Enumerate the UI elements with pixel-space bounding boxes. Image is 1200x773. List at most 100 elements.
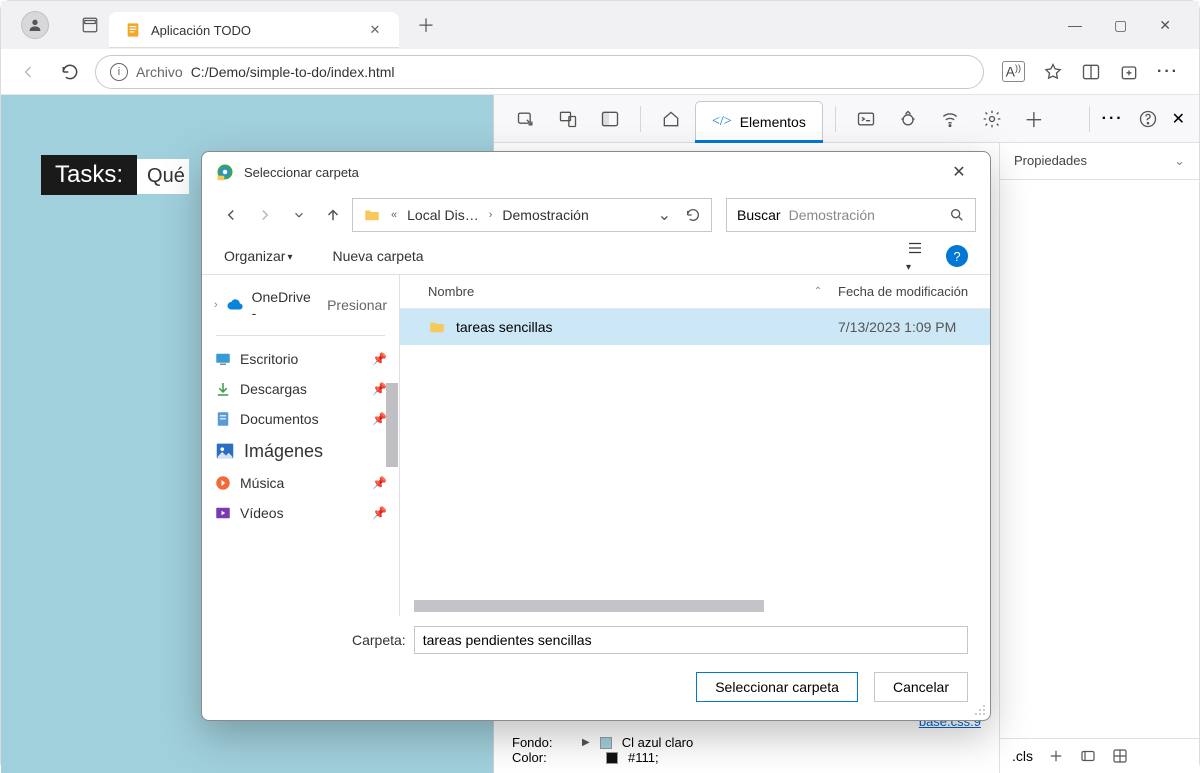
- address-bar[interactable]: i Archivo C:/Demo/simple-to-do/index.htm…: [95, 55, 984, 89]
- inspect-icon[interactable]: [508, 100, 544, 138]
- dialog-help-icon[interactable]: ?: [946, 245, 968, 267]
- sidebar-scrollbar[interactable]: [386, 383, 398, 467]
- pin-icon: 📌: [372, 382, 387, 396]
- breadcrumb-demo[interactable]: Demostración: [502, 207, 588, 223]
- dialog-app-icon: [216, 163, 234, 181]
- more-tabs-icon[interactable]: ＋: [1016, 100, 1052, 138]
- color-swatch-icon[interactable]: [606, 752, 618, 764]
- search-icon: [949, 207, 965, 223]
- url-scheme: Archivo: [136, 64, 183, 80]
- tab-favicon-icon: [125, 22, 141, 38]
- dock-icon[interactable]: [592, 100, 628, 138]
- nav-back-button[interactable]: [11, 55, 45, 89]
- new-folder-button[interactable]: Nueva carpeta: [333, 248, 424, 264]
- drive-icon: [363, 206, 381, 224]
- issues-icon[interactable]: [890, 100, 926, 138]
- split-screen-icon[interactable]: [1081, 62, 1101, 82]
- view-mode-icon[interactable]: ▾: [906, 239, 924, 273]
- devtools-more-icon[interactable]: ···: [1102, 110, 1124, 128]
- folder-name-input[interactable]: [414, 626, 968, 654]
- organize-menu[interactable]: Organizar▾: [224, 248, 293, 264]
- device-toggle-icon[interactable]: [550, 100, 586, 138]
- settings-icon[interactable]: [974, 100, 1010, 138]
- tab-elements-label: Elementos: [740, 114, 806, 130]
- dialog-search-input[interactable]: Buscar Demostración: [726, 198, 976, 232]
- list-header[interactable]: Nombre ⌃ Fecha de modificación: [400, 275, 990, 309]
- sort-indicator-icon: ⌃: [798, 286, 838, 297]
- dialog-recent-dropdown[interactable]: [284, 200, 314, 230]
- url-path: C:/Demo/simple-to-do/index.html: [191, 64, 395, 80]
- sidebar-item-videos[interactable]: Vídeos📌: [202, 498, 399, 528]
- browser-tab[interactable]: Aplicación TODO ✕: [109, 12, 399, 48]
- refresh-icon[interactable]: [685, 207, 701, 223]
- network-conditions-icon[interactable]: [932, 100, 968, 138]
- dialog-close-icon[interactable]: ✕: [942, 162, 976, 182]
- welcome-icon[interactable]: [653, 100, 689, 138]
- elements-tab-icon: </>: [712, 114, 732, 130]
- profile-avatar[interactable]: [21, 11, 49, 39]
- help-icon[interactable]: [1130, 100, 1166, 138]
- add-rule-icon[interactable]: [1047, 747, 1065, 765]
- tab-close-icon[interactable]: ✕: [367, 22, 383, 38]
- pin-icon: 📌: [372, 506, 387, 520]
- site-info-icon[interactable]: i: [110, 63, 128, 81]
- sidebar-item-desktop[interactable]: Escritorio📌: [202, 344, 399, 374]
- computed-icon[interactable]: [1111, 747, 1129, 765]
- breadcrumb[interactable]: « Local Dis… › Demostración ⌄: [352, 198, 712, 232]
- collections-icon[interactable]: [1119, 62, 1139, 82]
- chevron-right-icon: ›: [489, 209, 493, 221]
- col-date[interactable]: Fecha de modificación: [838, 284, 968, 299]
- dialog-sidebar: › OneDrive - Presionar Escritorio📌 Desca…: [202, 275, 400, 616]
- pin-icon: 📌: [372, 412, 387, 426]
- item-date: 7/13/2023 1:09 PM: [838, 319, 956, 335]
- cls-toggle-row: .cls: [1000, 738, 1199, 773]
- expand-icon[interactable]: ▶: [582, 737, 590, 748]
- breadcrumb-dropdown-icon[interactable]: ⌄: [658, 205, 671, 225]
- new-tab-button[interactable]: ＋: [417, 12, 435, 38]
- tab-elements[interactable]: </> Elementos: [695, 101, 823, 143]
- more-menu-icon[interactable]: ···: [1157, 63, 1179, 81]
- color-swatch-icon[interactable]: [600, 737, 612, 749]
- window-maximize-icon[interactable]: ▢: [1114, 17, 1127, 34]
- folder-field-label: Carpeta:: [352, 632, 406, 648]
- col-name[interactable]: Nombre: [428, 284, 798, 299]
- tasks-heading: Tasks:: [41, 155, 137, 195]
- dialog-forward-button[interactable]: [250, 200, 280, 230]
- devtools-close-icon[interactable]: ✕: [1172, 109, 1185, 129]
- window-close-icon[interactable]: ✕: [1159, 17, 1171, 34]
- css-prop-color[interactable]: Color: #111;: [512, 750, 981, 765]
- nav-refresh-button[interactable]: [53, 55, 87, 89]
- chevron-down-icon: ⌄: [1174, 153, 1185, 169]
- sidebar-item-documents[interactable]: Documentos📌: [202, 404, 399, 434]
- dialog-up-button[interactable]: [318, 200, 348, 230]
- css-prop-background[interactable]: Fondo: ▶ Cl azul claro: [512, 735, 981, 750]
- console-icon[interactable]: [848, 100, 884, 138]
- select-folder-button[interactable]: Seleccionar carpeta: [696, 672, 858, 702]
- cancel-button[interactable]: Cancelar: [874, 672, 968, 702]
- toggle-classes-icon[interactable]: [1079, 747, 1097, 765]
- cls-label[interactable]: .cls: [1012, 748, 1033, 764]
- sidebar-item-images[interactable]: Imágenes: [202, 434, 399, 468]
- dialog-title: Seleccionar carpeta: [244, 165, 359, 180]
- list-h-scrollbar[interactable]: [414, 600, 976, 612]
- sidebar-item-music[interactable]: Música📌: [202, 468, 399, 498]
- sidebar-item-onedrive[interactable]: › OneDrive - Presionar: [202, 283, 399, 327]
- tab-title: Aplicación TODO: [151, 23, 357, 38]
- item-name: tareas sencillas: [456, 319, 553, 335]
- properties-panel-header[interactable]: Propiedades ⌄: [1000, 143, 1199, 180]
- list-item[interactable]: tareas sencillas 7/13/2023 1:09 PM: [400, 309, 990, 345]
- tab-actions-icon[interactable]: [71, 6, 109, 44]
- favorite-icon[interactable]: [1043, 62, 1063, 82]
- task-input[interactable]: Qué: [137, 159, 189, 194]
- folder-picker-dialog: Seleccionar carpeta ✕ « Local Dis… › Dem…: [201, 151, 991, 721]
- dialog-back-button[interactable]: [216, 200, 246, 230]
- folder-icon: [428, 318, 446, 336]
- breadcrumb-overflow[interactable]: «: [391, 209, 397, 221]
- pin-icon: 📌: [372, 476, 387, 490]
- read-aloud-icon[interactable]: A)): [1002, 61, 1025, 82]
- window-minimize-icon[interactable]: —: [1068, 17, 1082, 34]
- resize-grip-icon[interactable]: [972, 702, 986, 716]
- sidebar-item-downloads[interactable]: Descargas📌: [202, 374, 399, 404]
- breadcrumb-local-disk[interactable]: Local Dis…: [407, 207, 479, 223]
- dialog-titlebar[interactable]: Seleccionar carpeta ✕: [202, 152, 990, 192]
